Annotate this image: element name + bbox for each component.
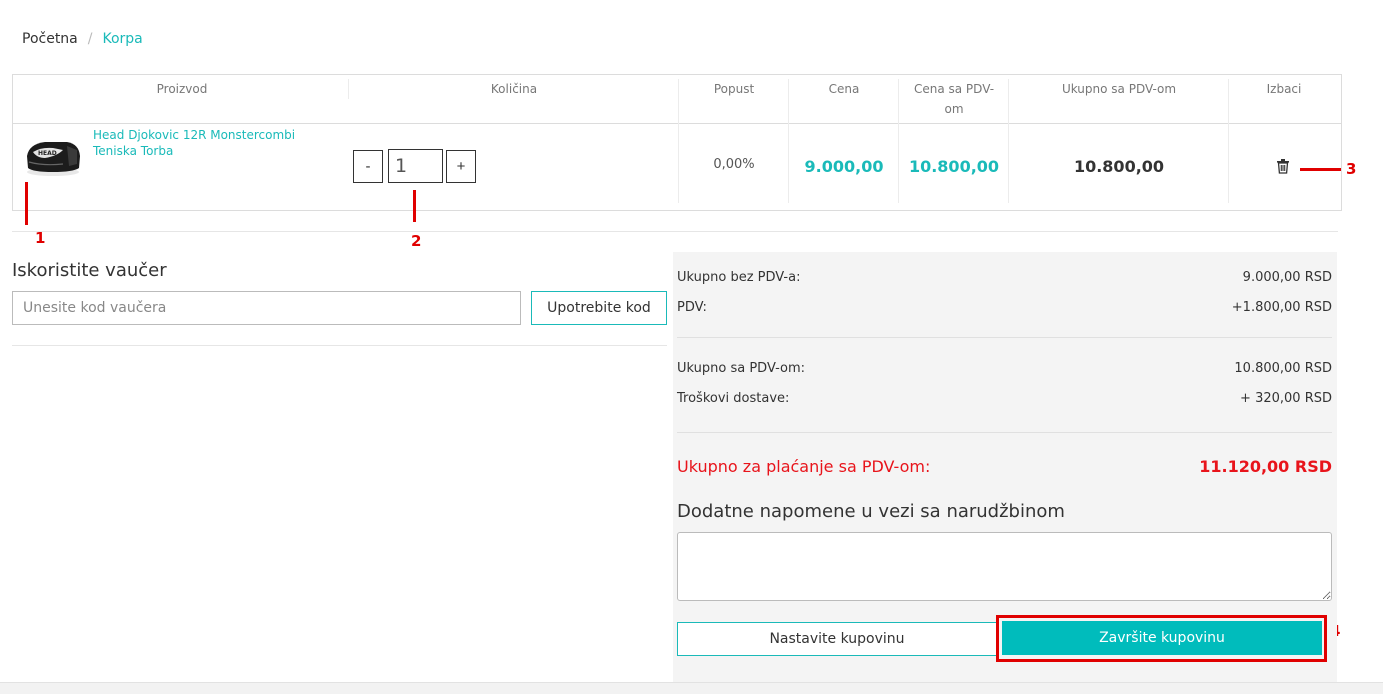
breadcrumb: Početna / Korpa	[22, 31, 143, 47]
voucher-divider	[12, 345, 667, 346]
breadcrumb-separator: /	[87, 31, 93, 47]
header-remove: Izbaci	[1266, 82, 1302, 96]
header-total-vat: Ukupno sa PDV-om	[1061, 82, 1177, 96]
order-notes-textarea[interactable]	[677, 532, 1332, 601]
annotation-number-3: 3	[1346, 160, 1357, 178]
header-discount: Popust	[713, 82, 755, 96]
breadcrumb-home-link[interactable]: Početna	[22, 31, 78, 47]
shipping-label: Troškovi dostave:	[677, 391, 790, 406]
vat-label: PDV:	[677, 300, 707, 315]
header-price-vat-line1: Cena sa PDV-	[913, 82, 995, 96]
header-quantity: Količina	[490, 82, 538, 96]
voucher-code-input[interactable]	[12, 291, 521, 325]
apply-voucher-button[interactable]: Upotrebite kod	[531, 291, 667, 325]
voucher-title: Iskoristite vaučer	[12, 260, 167, 281]
price-value: 9.000,00	[804, 157, 884, 176]
product-image[interactable]: HEAD	[23, 134, 83, 178]
continue-shopping-button[interactable]: Nastavite kupovinu	[677, 622, 997, 656]
quantity-increase-button[interactable]: +	[446, 150, 476, 183]
header-product: Proizvod	[156, 82, 208, 96]
summary-divider	[677, 432, 1332, 433]
order-summary-panel: Ukupno bez PDV-a: 9.000,00 RSD PDV: +1.8…	[673, 252, 1337, 682]
finish-purchase-button[interactable]: Završite kupovinu	[1002, 621, 1322, 655]
total-vat-label: Ukupno sa PDV-om:	[677, 361, 806, 376]
vat-value: +1.800,00 RSD	[1231, 300, 1332, 315]
grand-total-value: 11.120,00 RSD	[1199, 457, 1332, 476]
section-divider	[12, 231, 1338, 232]
total-vat-summary-value: 10.800,00 RSD	[1234, 361, 1332, 376]
grand-total-label: Ukupno za plaćanje sa PDV-om:	[677, 457, 931, 476]
discount-value: 0,00%	[713, 157, 755, 172]
price-vat-value: 10.800,00	[908, 157, 1000, 176]
trash-icon[interactable]	[1275, 158, 1291, 174]
quantity-input[interactable]	[388, 149, 443, 183]
summary-divider	[677, 337, 1332, 338]
header-price-vat: Cena sa PDV- om	[899, 79, 1009, 119]
subtotal-label: Ukupno bez PDV-a:	[677, 270, 801, 285]
table-header: Proizvod Količina Popust Cena Cena sa PD…	[13, 75, 1341, 203]
shipping-value: + 320,00 RSD	[1240, 391, 1332, 406]
cart-table: Proizvod Količina Popust Cena Cena sa PD…	[12, 74, 1342, 211]
subtotal-value: 9.000,00 RSD	[1242, 270, 1332, 285]
product-name-link[interactable]: Head Djokovic 12R Monstercombi Teniska T…	[93, 127, 323, 159]
annotation-line-1	[25, 182, 28, 225]
order-notes-title: Dodatne napomene u vezi sa narudžbinom	[677, 501, 1065, 522]
svg-text:HEAD: HEAD	[38, 150, 57, 157]
header-price-vat-line2: om	[944, 102, 964, 116]
annotation-line-3	[1300, 168, 1341, 171]
total-vat-value: 10.800,00	[1073, 157, 1165, 176]
footer-strip	[0, 682, 1383, 694]
table-row: HEAD Head Djokovic 12R Monstercombi Teni…	[13, 124, 1341, 211]
quantity-decrease-button[interactable]: -	[353, 150, 383, 183]
breadcrumb-current[interactable]: Korpa	[102, 31, 142, 47]
annotation-line-2	[413, 190, 416, 222]
header-price: Cena	[828, 82, 860, 96]
annotation-number-2: 2	[411, 232, 422, 250]
